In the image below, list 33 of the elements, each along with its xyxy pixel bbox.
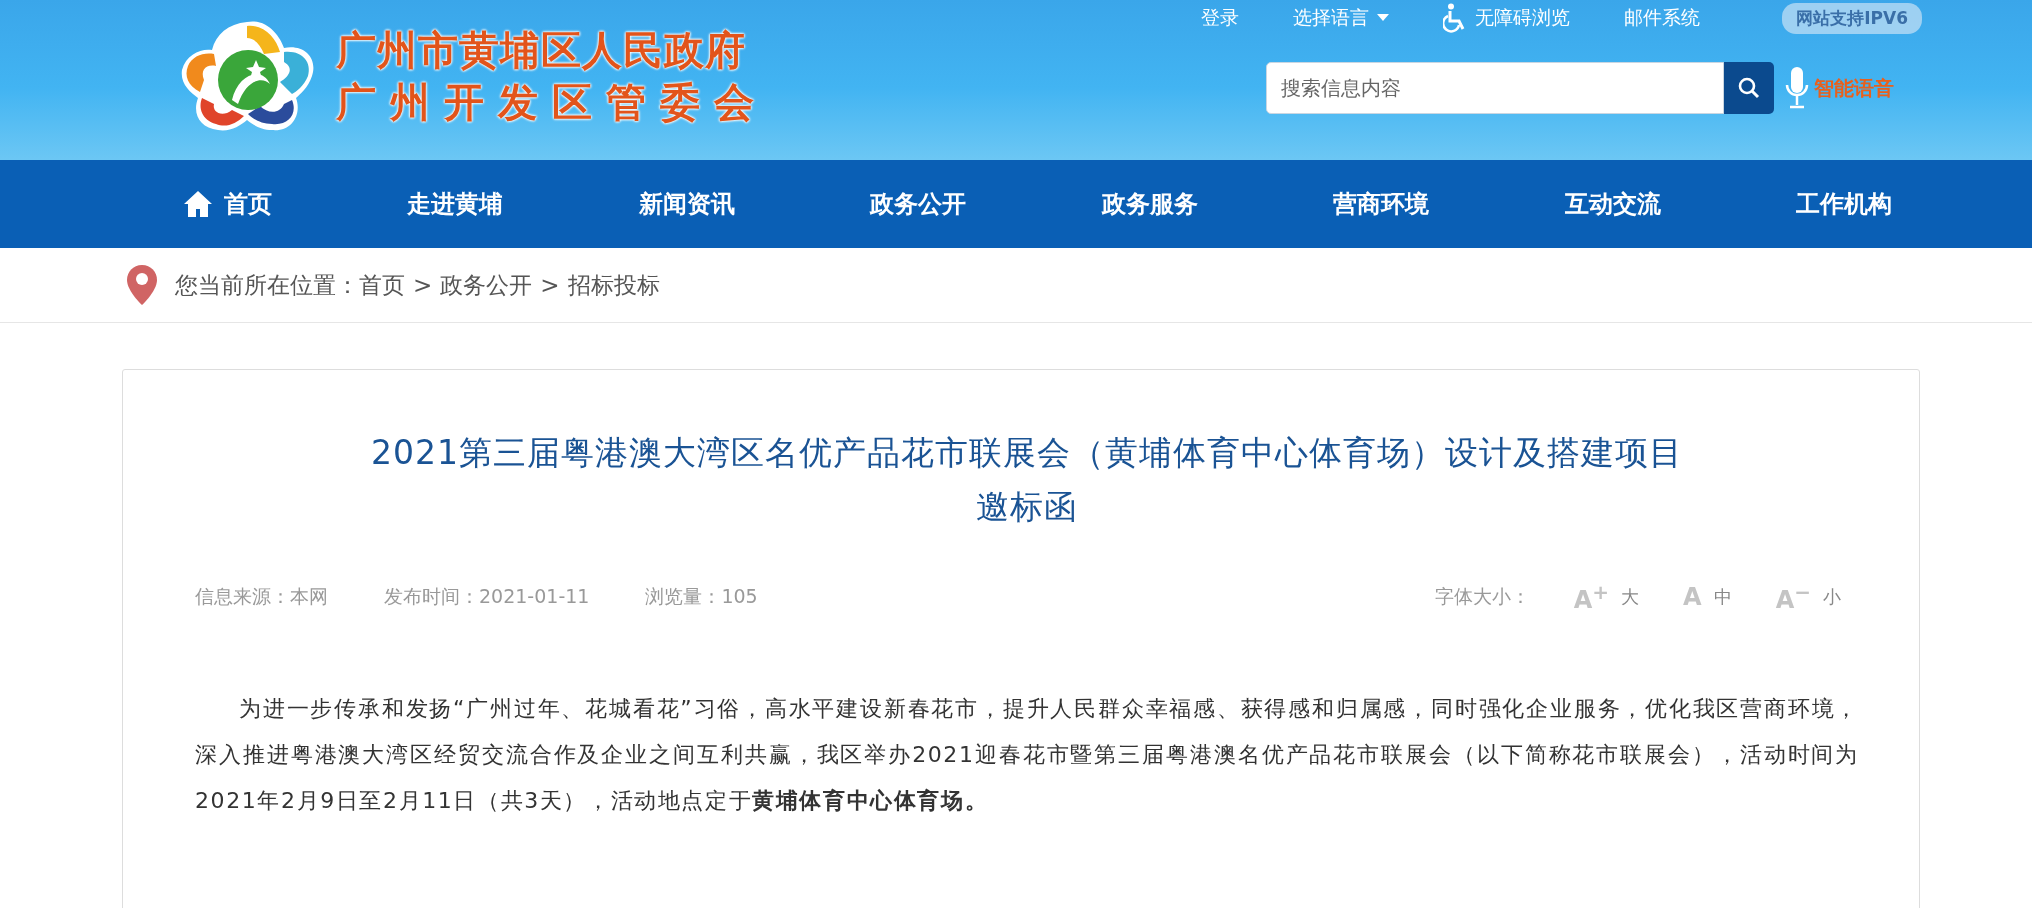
site-name: 广州开发区管委会 [336, 78, 768, 127]
article-meta: 发布时间：2021-01-11 [384, 584, 590, 609]
nav-item[interactable]: 首页 [182, 188, 272, 220]
font-size-option[interactable]: A$^{−}$ 小 [1775, 580, 1841, 614]
article-title: 邀标函 [975, 486, 1079, 528]
article-paragraph: 为进一步传承和发扬“广州过年、花城看花”习俗，高水平建设新春花市，提升人民群众幸福感、获得感和归属感，同时强化企业服务，优化我区营商环境，深入推进粤港澳大湾区经贸交流合作及企业之间互利共赢，我区举办2021迎春花市暨第三届粤港澳名优产品花市联展会（以下简称花市联展会），活动时间为2021年2月9日至2月11日（共3天），活动地点定于黄埔体育中心体育场。 [195, 695, 1859, 815]
location-pin-icon [125, 263, 159, 307]
article-meta: 浏览量：105 [645, 584, 758, 609]
nav-item[interactable]: 营商环境 [1333, 188, 1430, 220]
search-button[interactable] [1724, 62, 1774, 114]
ipv6-badge: 网站支持IPV6 [1782, 2, 1922, 34]
breadcrumb-separator: > [413, 272, 433, 298]
caret-icon [1377, 14, 1390, 22]
breadcrumb-separator: > [540, 272, 560, 298]
nav-item[interactable]: 政务公开 [870, 188, 967, 220]
article-title: 2021第三届粤港澳大湾区名优产品花市联展会（黄埔体育中心体育场）设计及搭建项目 [370, 432, 1684, 474]
site-name: 广州市黄埔区人民政府 [336, 26, 747, 75]
search-icon [1738, 77, 1760, 99]
nav-item[interactable]: 新闻资讯 [638, 188, 735, 220]
breadcrumb-link[interactable]: 政务公开 [440, 269, 533, 301]
font-size-option[interactable]: A$^{+}$ 大 [1573, 580, 1640, 614]
nav-item[interactable]: 政务服务 [1101, 188, 1198, 220]
article-meta: 信息来源：本网 [195, 584, 328, 609]
breadcrumb-link[interactable]: 招标投标 [567, 269, 660, 301]
nav-item[interactable]: 工作机构 [1795, 188, 1892, 220]
search-field[interactable]: 搜索信息内容 [1266, 62, 1724, 114]
font-size-option[interactable]: A 中 [1683, 583, 1732, 611]
nav-item[interactable]: 互动交流 [1564, 188, 1661, 220]
breadcrumb-link[interactable]: 首页 [359, 269, 405, 301]
nav-item[interactable]: 走进黄埔 [407, 188, 504, 220]
home-icon [182, 189, 214, 219]
breadcrumb-label: 您当前所在位置： [175, 270, 359, 300]
font-size-label: 字体大小： [1434, 584, 1530, 609]
